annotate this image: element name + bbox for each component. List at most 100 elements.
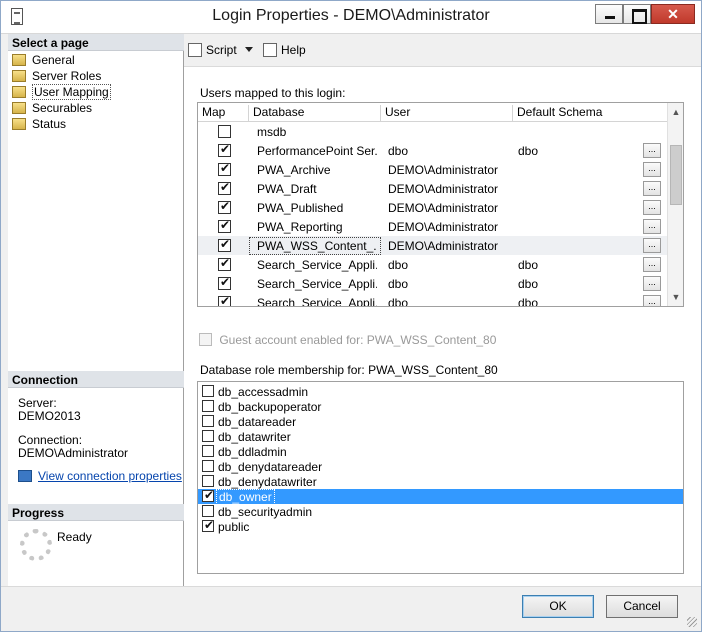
- minimize-button[interactable]: [595, 4, 623, 24]
- page-general[interactable]: General: [12, 53, 75, 69]
- scroll-up-icon[interactable]: ▲: [671, 107, 681, 117]
- help-button[interactable]: Help: [263, 43, 306, 57]
- grid-scrollbar[interactable]: ▲ ▼: [667, 103, 683, 306]
- guest-account-checkbox[interactable]: Guest account enabled for: PWA_WSS_Conte…: [199, 333, 496, 347]
- role-label: db_backupoperator: [218, 400, 322, 414]
- role-checkbox[interactable]: [202, 488, 214, 502]
- cancel-button[interactable]: Cancel: [606, 595, 678, 618]
- mapping-row[interactable]: PWA_Reporting DEMO\Administrator...: [198, 217, 667, 236]
- database-cell[interactable]: PWA_Archive: [257, 163, 377, 177]
- title-bar[interactable]: Login Properties - DEMO\Administrator ✕: [1, 1, 701, 34]
- role-item[interactable]: db_denydatawriter: [198, 474, 683, 489]
- map-checkbox[interactable]: [218, 256, 231, 271]
- column-map[interactable]: Map: [198, 105, 249, 121]
- map-checkbox[interactable]: [218, 180, 231, 195]
- map-checkbox[interactable]: [218, 161, 231, 176]
- schema-cell[interactable]: dbo: [518, 296, 638, 306]
- resize-grip-icon[interactable]: [687, 617, 697, 627]
- map-checkbox[interactable]: [218, 142, 231, 157]
- user-cell[interactable]: dbo: [388, 296, 510, 306]
- role-checkbox[interactable]: [202, 475, 214, 487]
- role-item[interactable]: db_ddladmin: [198, 444, 683, 459]
- database-cell[interactable]: PWA_Reporting: [257, 220, 377, 234]
- mapping-row[interactable]: PerformancePoint Ser... dbodbo...: [198, 141, 667, 160]
- map-checkbox[interactable]: [218, 275, 231, 290]
- database-cell[interactable]: Search_Service_Appli...: [257, 296, 377, 306]
- column-database[interactable]: Database: [249, 105, 381, 121]
- schema-cell[interactable]: dbo: [518, 277, 638, 291]
- schema-cell[interactable]: dbo: [518, 144, 638, 158]
- script-button[interactable]: Script: [188, 43, 253, 57]
- database-cell[interactable]: PWA_Published: [257, 201, 377, 215]
- page-securables[interactable]: Securables: [12, 101, 92, 117]
- mapping-row[interactable]: PWA_WSS_Content_...DEMO\Administrator...: [198, 236, 667, 255]
- database-cell[interactable]: PWA_Draft: [257, 182, 377, 196]
- user-cell[interactable]: DEMO\Administrator: [388, 220, 510, 234]
- schema-browse-button[interactable]: ...: [643, 295, 661, 306]
- role-checkbox[interactable]: [202, 460, 214, 472]
- guest-checkbox-box[interactable]: [199, 333, 212, 346]
- mapping-row[interactable]: Search_Service_Appli... dbodbo...: [198, 293, 667, 306]
- role-item[interactable]: db_denydatareader: [198, 459, 683, 474]
- role-checkbox[interactable]: [202, 445, 214, 457]
- role-checkbox[interactable]: [202, 415, 214, 427]
- map-checkbox[interactable]: [218, 199, 231, 214]
- database-cell[interactable]: PerformancePoint Ser...: [257, 144, 377, 158]
- map-checkbox[interactable]: [218, 218, 231, 233]
- schema-browse-button[interactable]: ...: [643, 238, 661, 253]
- schema-browse-button[interactable]: ...: [643, 257, 661, 272]
- page-server-roles[interactable]: Server Roles: [12, 69, 101, 85]
- role-item[interactable]: db_owner: [198, 488, 683, 505]
- schema-browse-button[interactable]: ...: [643, 162, 661, 177]
- map-checkbox[interactable]: [218, 125, 231, 138]
- schema-cell[interactable]: dbo: [518, 258, 638, 272]
- mapping-row[interactable]: Search_Service_Appli... dbodbo...: [198, 274, 667, 293]
- role-item[interactable]: db_securityadmin: [198, 504, 683, 519]
- ok-button[interactable]: OK: [522, 595, 594, 618]
- schema-browse-button[interactable]: ...: [643, 181, 661, 196]
- schema-browse-button[interactable]: ...: [643, 219, 661, 234]
- view-connection-properties-link[interactable]: View connection properties: [18, 469, 182, 483]
- user-cell[interactable]: dbo: [388, 144, 510, 158]
- role-checkbox[interactable]: [202, 430, 214, 442]
- column-default-schema[interactable]: Default Schema: [513, 105, 667, 121]
- role-checkbox[interactable]: [202, 518, 214, 532]
- mapping-row[interactable]: PWA_Draft DEMO\Administrator...: [198, 179, 667, 198]
- role-item[interactable]: public: [198, 518, 683, 534]
- column-user[interactable]: User: [381, 105, 513, 121]
- grid-header: Map Database User Default Schema: [198, 103, 667, 122]
- schema-browse-button[interactable]: ...: [643, 200, 661, 215]
- database-cell[interactable]: msdb: [257, 125, 377, 139]
- scroll-down-icon[interactable]: ▼: [671, 292, 681, 302]
- map-checkbox[interactable]: [218, 237, 231, 252]
- role-checkbox[interactable]: [202, 400, 214, 412]
- schema-browse-button[interactable]: ...: [643, 276, 661, 291]
- role-item[interactable]: db_datawriter: [198, 429, 683, 444]
- role-item[interactable]: db_datareader: [198, 414, 683, 429]
- user-cell[interactable]: DEMO\Administrator: [388, 239, 510, 253]
- role-membership-list[interactable]: db_accessadmin db_backupoperator db_datare…: [197, 381, 684, 574]
- user-mapping-grid[interactable]: Map Database User Default Schema msdb Per…: [197, 102, 684, 307]
- mapping-row[interactable]: PWA_Published DEMO\Administrator...: [198, 198, 667, 217]
- page-user-mapping[interactable]: User Mapping: [12, 84, 111, 101]
- role-item[interactable]: db_backupoperator: [198, 399, 683, 414]
- mapping-row[interactable]: PWA_Archive DEMO\Administrator...: [198, 160, 667, 179]
- user-cell[interactable]: DEMO\Administrator: [388, 163, 510, 177]
- role-checkbox[interactable]: [202, 385, 214, 397]
- database-cell[interactable]: Search_Service_Appli...: [257, 277, 377, 291]
- user-cell[interactable]: dbo: [388, 258, 510, 272]
- mapping-row[interactable]: msdb: [198, 122, 667, 141]
- user-cell[interactable]: DEMO\Administrator: [388, 201, 510, 215]
- schema-browse-button[interactable]: ...: [643, 143, 661, 158]
- maximize-button[interactable]: [623, 4, 651, 24]
- page-status[interactable]: Status: [12, 117, 66, 133]
- close-button[interactable]: ✕: [651, 4, 695, 24]
- scroll-thumb[interactable]: [670, 145, 682, 205]
- mapping-row[interactable]: Search_Service_Appli... dbodbo...: [198, 255, 667, 274]
- map-checkbox[interactable]: [218, 294, 231, 306]
- user-cell[interactable]: dbo: [388, 277, 510, 291]
- role-item[interactable]: db_accessadmin: [198, 384, 683, 399]
- role-checkbox[interactable]: [202, 505, 214, 517]
- user-cell[interactable]: DEMO\Administrator: [388, 182, 510, 196]
- database-cell[interactable]: Search_Service_Appli...: [257, 258, 377, 272]
